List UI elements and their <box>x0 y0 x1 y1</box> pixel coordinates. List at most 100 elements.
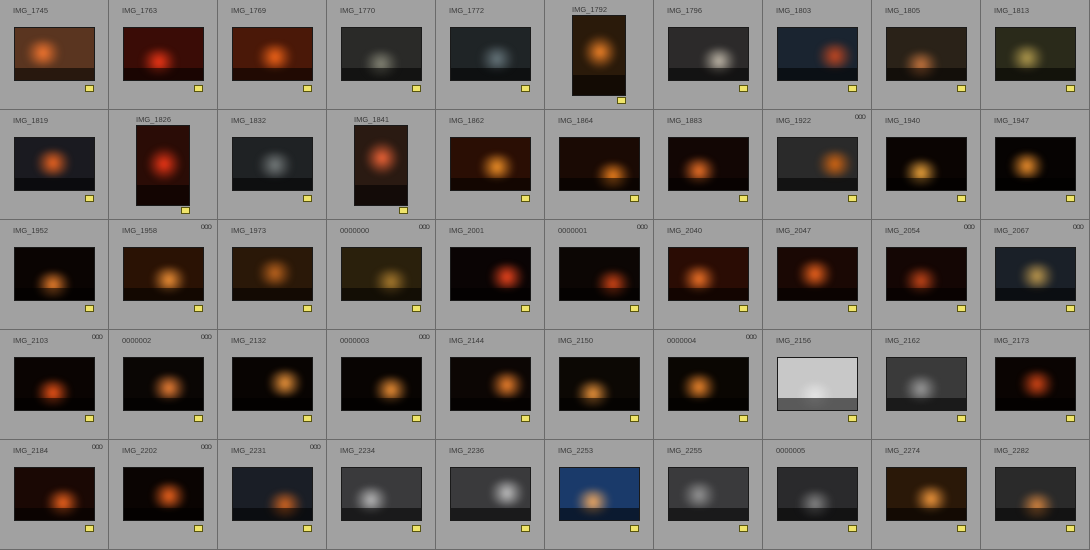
color-label-flag[interactable] <box>957 415 966 422</box>
color-label-flag[interactable] <box>630 195 639 202</box>
grid-cell[interactable]: IMG_1770 <box>327 0 436 110</box>
photo-thumbnail[interactable] <box>886 137 967 191</box>
color-label-flag[interactable] <box>617 97 626 104</box>
photo-thumbnail[interactable] <box>777 357 858 411</box>
more-options-icon[interactable]: ooo <box>637 223 648 231</box>
color-label-flag[interactable] <box>85 415 94 422</box>
grid-cell[interactable]: IMG_2054 ooo <box>872 220 981 330</box>
color-label-flag[interactable] <box>85 525 94 532</box>
grid-cell[interactable]: IMG_1826 <box>109 110 218 220</box>
grid-cell[interactable]: IMG_1803 <box>763 0 872 110</box>
photo-thumbnail[interactable] <box>14 247 95 301</box>
color-label-flag[interactable] <box>412 305 421 312</box>
color-label-flag[interactable] <box>630 305 639 312</box>
color-label-flag[interactable] <box>181 207 190 214</box>
grid-cell[interactable]: IMG_2236 <box>436 440 545 550</box>
grid-cell[interactable]: IMG_1940 <box>872 110 981 220</box>
grid-cell[interactable]: IMG_2274 <box>872 440 981 550</box>
color-label-flag[interactable] <box>521 525 530 532</box>
photo-thumbnail[interactable] <box>450 27 531 81</box>
color-label-flag[interactable] <box>630 415 639 422</box>
photo-thumbnail[interactable] <box>777 247 858 301</box>
grid-cell[interactable]: IMG_2173 <box>981 330 1090 440</box>
color-label-flag[interactable] <box>739 195 748 202</box>
grid-cell[interactable]: 0000000 ooo <box>327 220 436 330</box>
more-options-icon[interactable]: ooo <box>201 223 212 231</box>
color-label-flag[interactable] <box>1066 305 1075 312</box>
color-label-flag[interactable] <box>303 305 312 312</box>
photo-thumbnail[interactable] <box>886 357 967 411</box>
photo-thumbnail[interactable] <box>668 137 749 191</box>
color-label-flag[interactable] <box>848 305 857 312</box>
more-options-icon[interactable]: ooo <box>201 443 212 451</box>
color-label-flag[interactable] <box>848 195 857 202</box>
photo-thumbnail[interactable] <box>450 357 531 411</box>
photo-thumbnail[interactable] <box>450 137 531 191</box>
color-label-flag[interactable] <box>85 85 94 92</box>
grid-cell[interactable]: IMG_1745 <box>0 0 109 110</box>
more-options-icon[interactable]: ooo <box>310 443 321 451</box>
color-label-flag[interactable] <box>303 525 312 532</box>
color-label-flag[interactable] <box>85 195 94 202</box>
photo-thumbnail[interactable] <box>232 357 313 411</box>
grid-cell[interactable]: IMG_2156 <box>763 330 872 440</box>
photo-thumbnail[interactable] <box>341 467 422 521</box>
photo-thumbnail[interactable] <box>995 247 1076 301</box>
grid-cell[interactable]: IMG_1958 ooo <box>109 220 218 330</box>
more-options-icon[interactable]: ooo <box>1073 223 1084 231</box>
grid-cell[interactable]: IMG_1832 <box>218 110 327 220</box>
more-options-icon[interactable]: ooo <box>92 443 103 451</box>
photo-thumbnail[interactable] <box>123 247 204 301</box>
color-label-flag[interactable] <box>957 525 966 532</box>
photo-thumbnail[interactable] <box>123 467 204 521</box>
color-label-flag[interactable] <box>194 305 203 312</box>
color-label-flag[interactable] <box>1066 415 1075 422</box>
grid-cell[interactable]: IMG_1947 <box>981 110 1090 220</box>
grid-cell[interactable]: IMG_2184 ooo <box>0 440 109 550</box>
more-options-icon[interactable]: ooo <box>419 223 430 231</box>
grid-cell[interactable]: IMG_1819 <box>0 110 109 220</box>
photo-thumbnail[interactable] <box>995 467 1076 521</box>
photo-thumbnail[interactable] <box>668 357 749 411</box>
grid-cell[interactable]: IMG_2047 <box>763 220 872 330</box>
color-label-flag[interactable] <box>521 195 530 202</box>
grid-cell[interactable]: IMG_2282 <box>981 440 1090 550</box>
photo-thumbnail[interactable] <box>995 357 1076 411</box>
color-label-flag[interactable] <box>1066 525 1075 532</box>
color-label-flag[interactable] <box>399 207 408 214</box>
color-label-flag[interactable] <box>1066 85 1075 92</box>
photo-thumbnail[interactable] <box>123 27 204 81</box>
grid-cell[interactable]: 0000004 ooo <box>654 330 763 440</box>
color-label-flag[interactable] <box>957 305 966 312</box>
more-options-icon[interactable]: ooo <box>746 333 757 341</box>
photo-thumbnail[interactable] <box>232 467 313 521</box>
photo-thumbnail[interactable] <box>232 137 313 191</box>
color-label-flag[interactable] <box>739 305 748 312</box>
photo-thumbnail[interactable] <box>777 467 858 521</box>
color-label-flag[interactable] <box>412 415 421 422</box>
color-label-flag[interactable] <box>412 525 421 532</box>
grid-cell[interactable]: IMG_1864 <box>545 110 654 220</box>
color-label-flag[interactable] <box>303 415 312 422</box>
color-label-flag[interactable] <box>194 525 203 532</box>
photo-thumbnail[interactable] <box>232 247 313 301</box>
photo-thumbnail[interactable] <box>14 137 95 191</box>
photo-thumbnail[interactable] <box>559 247 640 301</box>
photo-thumbnail[interactable] <box>14 467 95 521</box>
color-label-flag[interactable] <box>521 85 530 92</box>
photo-thumbnail[interactable] <box>668 27 749 81</box>
grid-cell[interactable]: IMG_1763 <box>109 0 218 110</box>
more-options-icon[interactable]: ooo <box>964 223 975 231</box>
photo-thumbnail[interactable] <box>668 467 749 521</box>
photo-thumbnail[interactable] <box>354 125 408 206</box>
photo-thumbnail[interactable] <box>232 27 313 81</box>
photo-thumbnail[interactable] <box>14 357 95 411</box>
color-label-flag[interactable] <box>848 415 857 422</box>
color-label-flag[interactable] <box>848 525 857 532</box>
photo-thumbnail[interactable] <box>777 27 858 81</box>
photo-thumbnail[interactable] <box>777 137 858 191</box>
grid-cell[interactable]: IMG_2144 <box>436 330 545 440</box>
grid-cell[interactable]: IMG_2067 ooo <box>981 220 1090 330</box>
grid-cell[interactable]: 0000005 <box>763 440 872 550</box>
grid-cell[interactable]: IMG_1805 <box>872 0 981 110</box>
